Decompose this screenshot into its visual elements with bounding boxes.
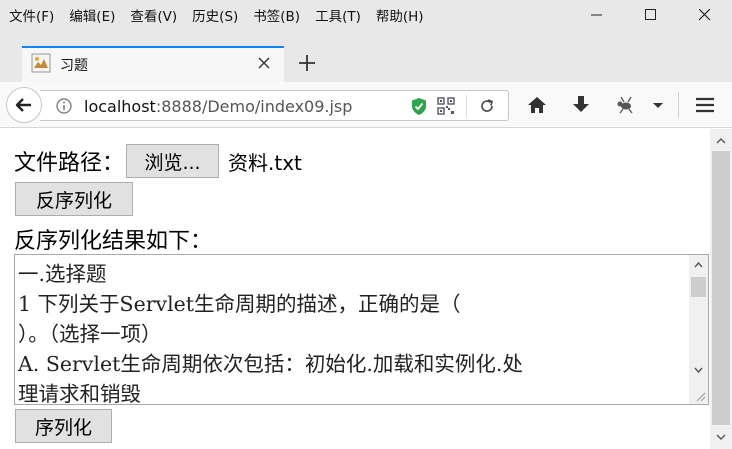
close-window-button[interactable] [678, 0, 732, 30]
new-tab-icon[interactable] [294, 50, 320, 76]
result-line: 一.选择题 [18, 262, 107, 286]
tab-close-icon[interactable] [256, 55, 272, 71]
textarea-scroll-thumb[interactable] [691, 277, 706, 297]
file-path-label: 文件路径： [14, 151, 125, 176]
url-rest: :8888/Demo/index09.jsp [155, 97, 353, 116]
scroll-up-icon[interactable] [689, 256, 708, 274]
maximize-button[interactable] [624, 0, 678, 30]
extension-icon[interactable] [614, 94, 636, 116]
minimize-button[interactable] [570, 0, 624, 30]
result-line: 理请求和销毁 [18, 382, 141, 405]
favicon-icon [31, 53, 51, 73]
qr-code-icon[interactable] [437, 97, 455, 115]
nav-toolbar: localhost:8888/Demo/index09.jsp [0, 82, 732, 128]
toolbar-separator [678, 92, 679, 118]
url-host: localhost [84, 97, 156, 116]
hamburger-menu-icon[interactable] [694, 94, 716, 116]
menu-edit[interactable]: 编辑(E) [69, 5, 115, 25]
shield-icon[interactable] [410, 97, 428, 116]
scroll-down-icon[interactable] [689, 361, 708, 379]
menu: 文件(F) 编辑(E) 查看(V) 历史(S) 书签(B) 工具(T) 帮助(H… [0, 0, 430, 30]
serialize-button[interactable]: 序列化 [15, 409, 112, 443]
result-textarea[interactable]: 一.选择题 1 下列关于Servlet生命周期的描述，正确的是（ ）。（选择一项… [14, 254, 709, 405]
page-content: 文件路径： 浏览... 资料.txt 反序列化 反序列化结果如下： 一.选择题 … [0, 129, 710, 449]
menu-view[interactable]: 查看(V) [130, 5, 177, 25]
menu-history[interactable]: 历史(S) [192, 5, 238, 25]
menu-help[interactable]: 帮助(H) [376, 5, 424, 25]
chevron-down-icon[interactable] [650, 94, 666, 116]
scroll-down-icon[interactable] [710, 427, 732, 447]
result-line: ）。（选择一项） [18, 322, 162, 346]
download-icon[interactable] [570, 94, 592, 116]
reload-icon[interactable] [479, 98, 495, 114]
result-line: A. Servlet生命周期依次包括：初始化.加载和实例化.处 [18, 352, 523, 376]
tab-active[interactable]: 习题 [22, 46, 284, 82]
tab-title: 习题 [60, 58, 88, 74]
tab-strip: 习题 [0, 30, 732, 82]
window-controls [570, 0, 732, 30]
info-icon[interactable] [56, 98, 72, 114]
scroll-up-icon[interactable] [710, 131, 732, 151]
menu-file[interactable]: 文件(F) [9, 5, 54, 25]
menu-tools[interactable]: 工具(T) [315, 5, 361, 25]
arrow-left-icon [15, 98, 31, 112]
address-bar[interactable]: localhost:8888/Demo/index09.jsp [40, 90, 509, 121]
url-text[interactable]: localhost:8888/Demo/index09.jsp [84, 97, 352, 116]
minimize-icon [591, 14, 602, 16]
result-heading: 反序列化结果如下： [14, 229, 213, 254]
result-text: 一.选择题 1 下列关于Servlet生命周期的描述，正确的是（ ）。（选择一项… [18, 259, 688, 405]
textarea-scrollbar[interactable] [689, 255, 708, 404]
maximize-icon [645, 9, 656, 20]
resize-grip-icon[interactable] [689, 388, 708, 402]
page-scroll-thumb[interactable] [712, 151, 730, 425]
deserialize-button[interactable]: 反序列化 [15, 182, 133, 216]
selected-file-name: 资料.txt [228, 150, 302, 175]
result-line: 1 下列关于Servlet生命周期的描述，正确的是（ [18, 292, 461, 316]
back-button[interactable] [6, 87, 42, 123]
page-scrollbar[interactable] [710, 129, 732, 449]
browse-button[interactable]: 浏览... [126, 144, 220, 178]
menu-bar: 文件(F) 编辑(E) 查看(V) 历史(S) 书签(B) 工具(T) 帮助(H… [0, 0, 732, 30]
url-separator [466, 95, 467, 117]
menu-bookmarks[interactable]: 书签(B) [253, 5, 300, 25]
home-icon[interactable] [526, 94, 548, 116]
file-row: 文件路径： 浏览... 资料.txt [14, 144, 302, 178]
close-icon [699, 9, 711, 21]
